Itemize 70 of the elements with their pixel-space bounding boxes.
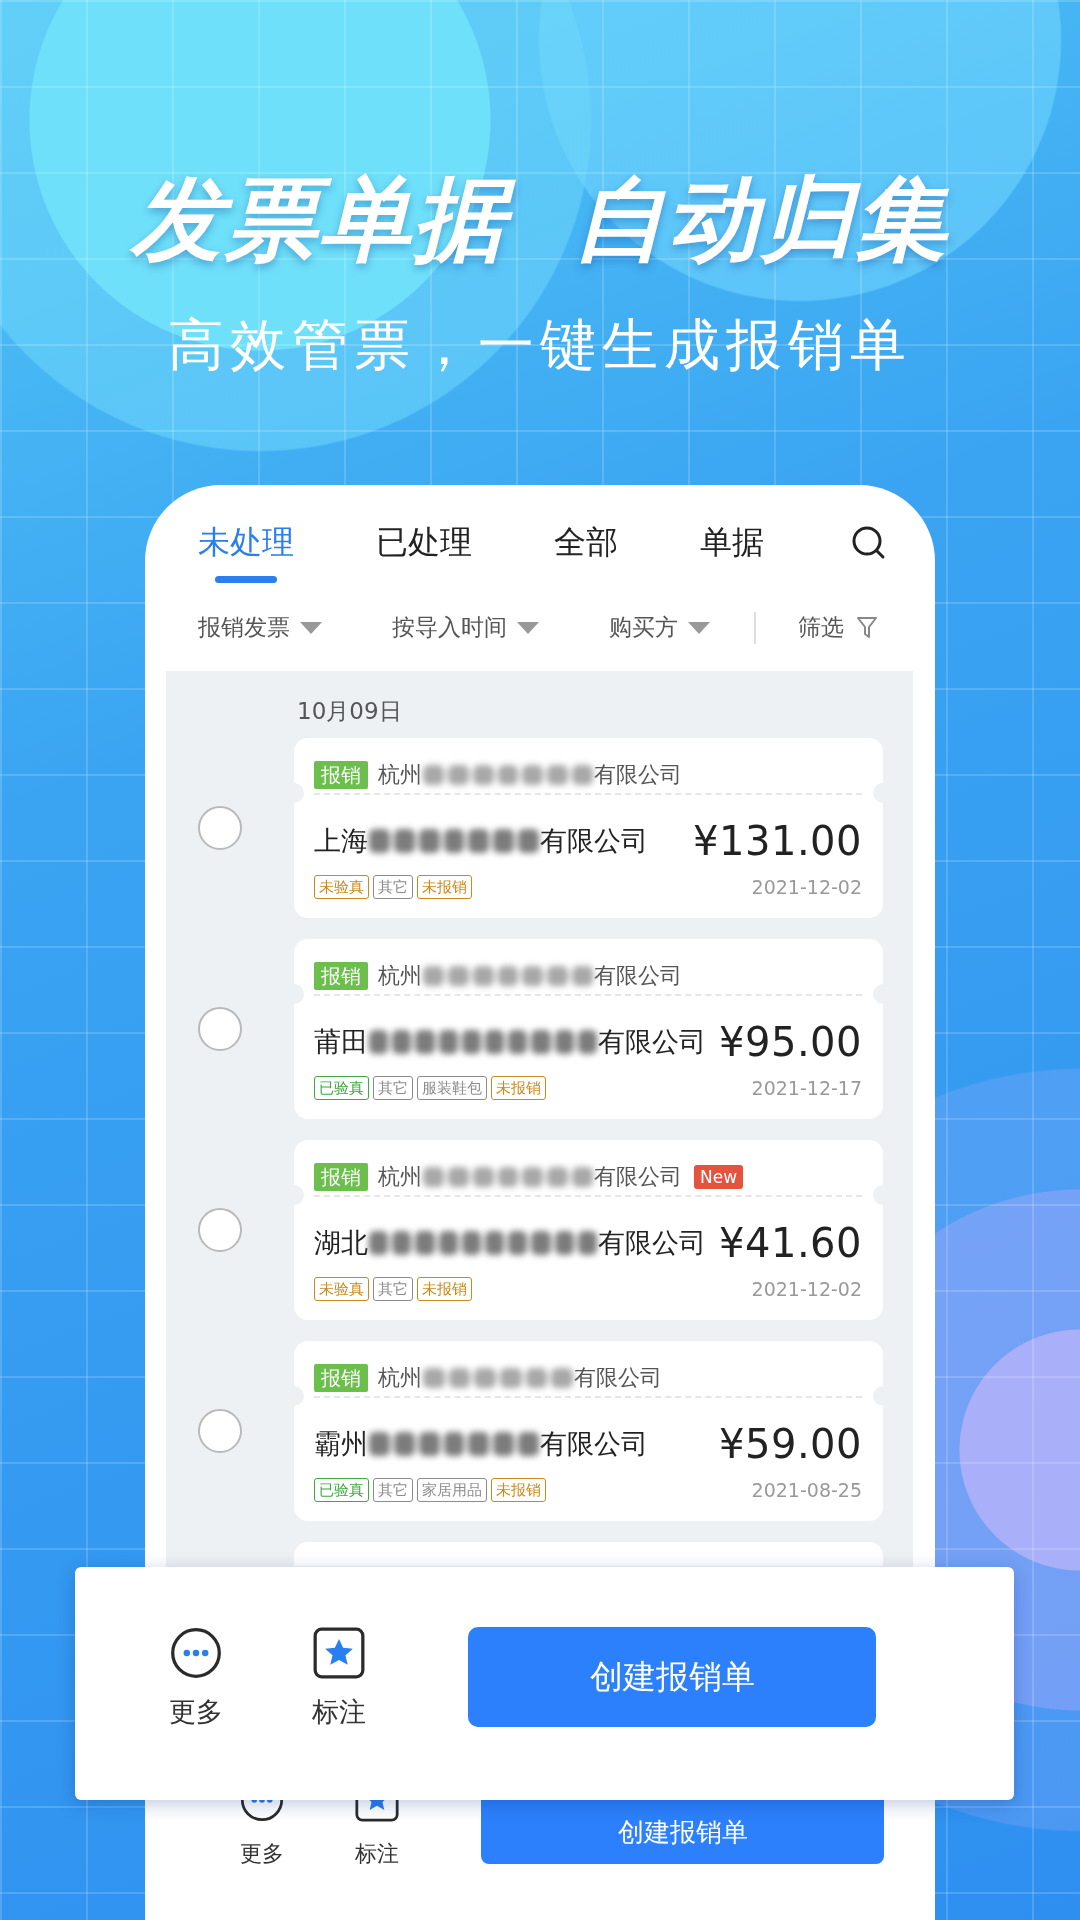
select-radio[interactable] [198,1208,242,1252]
invoice-card[interactable]: 报销 杭州 有限公司 霸州 有限公司 ¥59.00 已验真 其它 家居用品 未报销 2021-08-25 [294,1341,883,1521]
amount: ¥59.00 [719,1421,862,1467]
status-tag: 未验真 [314,1277,369,1301]
tab[interactable]: 已处理 [376,522,472,583]
status-tag: 未验真 [314,875,369,899]
amount: ¥95.00 [719,1019,862,1065]
seller-name: 杭州 有限公司 [378,1363,662,1392]
more-icon [240,1800,284,1822]
funnel-icon [856,615,878,640]
type-tag: 报销 [314,760,368,789]
subtitle: 高效管票，一键生成报销单 [168,312,912,378]
status-tag: 未报销 [491,1076,546,1100]
star-icon [355,1800,399,1822]
seller-name: 杭州 有限公司 [378,760,682,789]
filter-dropdown[interactable]: 按导入时间 [392,612,507,643]
status-tag: 未报销 [417,1277,472,1301]
caret-icon [517,621,539,634]
buyer-name: 湖北 有限公司 [314,1226,706,1260]
invoice-date: 2021-12-02 [751,1278,862,1300]
status-tag: 未报销 [417,875,472,899]
search-icon [851,525,887,561]
action-label[interactable]: 标注 [355,1841,399,1867]
invoice-date: 2021-12-02 [751,876,862,898]
invoice-date: 2021-08-25 [751,1479,862,1501]
tab[interactable]: 单据 [700,522,764,583]
filter-button[interactable]: 筛选 [798,612,844,643]
type-tag: 报销 [314,1162,368,1191]
status-tag: 未报销 [491,1478,546,1502]
seller-name: 杭州 有限公司 [378,961,682,990]
invoice-date: 2021-12-17 [751,1077,862,1099]
headline: 自动归集 [572,170,950,270]
status-tag: 其它 [373,1478,413,1502]
more-icon [170,1627,222,1679]
status-tag: 家居用品 [417,1478,487,1502]
invoice-card[interactable] [294,1542,883,1566]
invoice-card[interactable]: 报销 杭州 有限公司 莆田 有限公司 ¥95.00 已验真 其它 服装鞋包 未报销 2021-12-17 [294,939,883,1119]
tab[interactable]: 未处理 [198,522,294,583]
action-label[interactable]: 更多 [169,1695,223,1729]
tab[interactable]: 全部 [554,522,618,583]
amount: ¥131.00 [693,818,862,864]
status-tag: 已验真 [314,1076,369,1100]
status-tag: 已验真 [314,1478,369,1502]
seller-name: 杭州 有限公司 [378,1162,682,1191]
caret-icon [688,621,710,634]
select-radio[interactable] [198,806,242,850]
create-report-button[interactable]: 创建报销单 [481,1800,884,1864]
status-tag: 其它 [373,1076,413,1100]
status-tag: 其它 [373,875,413,899]
type-tag: 报销 [314,961,368,990]
new-badge: New [694,1164,744,1189]
type-tag: 报销 [314,1363,368,1392]
create-report-button[interactable]: 创建报销单 [468,1627,876,1727]
buyer-name: 上海 有限公司 [314,824,648,858]
date-header: 10月09日 [297,697,403,725]
filter-dropdown[interactable]: 报销发票 [198,612,290,643]
buyer-name: 霸州 有限公司 [314,1427,648,1461]
select-radio[interactable] [198,1007,242,1051]
headline: 发票单据 [113,170,525,270]
status-tag: 服装鞋包 [417,1076,487,1100]
invoice-card[interactable]: 报销 杭州 有限公司 New 湖北 有限公司 ¥41.60 未验真 其它 未报销 2021-12-02 [294,1140,883,1320]
filter-dropdown[interactable]: 购买方 [609,612,678,643]
invoice-card[interactable]: 报销 杭州 有限公司 上海 有限公司 ¥131.00 未验真 其它 未报销 2021-12-02 [294,738,883,918]
select-radio[interactable] [198,1409,242,1453]
caret-icon [300,621,322,634]
action-label[interactable]: 标注 [312,1695,366,1729]
status-tag: 其它 [373,1277,413,1301]
buyer-name: 莆田 有限公司 [314,1025,706,1059]
action-label[interactable]: 更多 [240,1841,284,1867]
amount: ¥41.60 [719,1220,862,1266]
